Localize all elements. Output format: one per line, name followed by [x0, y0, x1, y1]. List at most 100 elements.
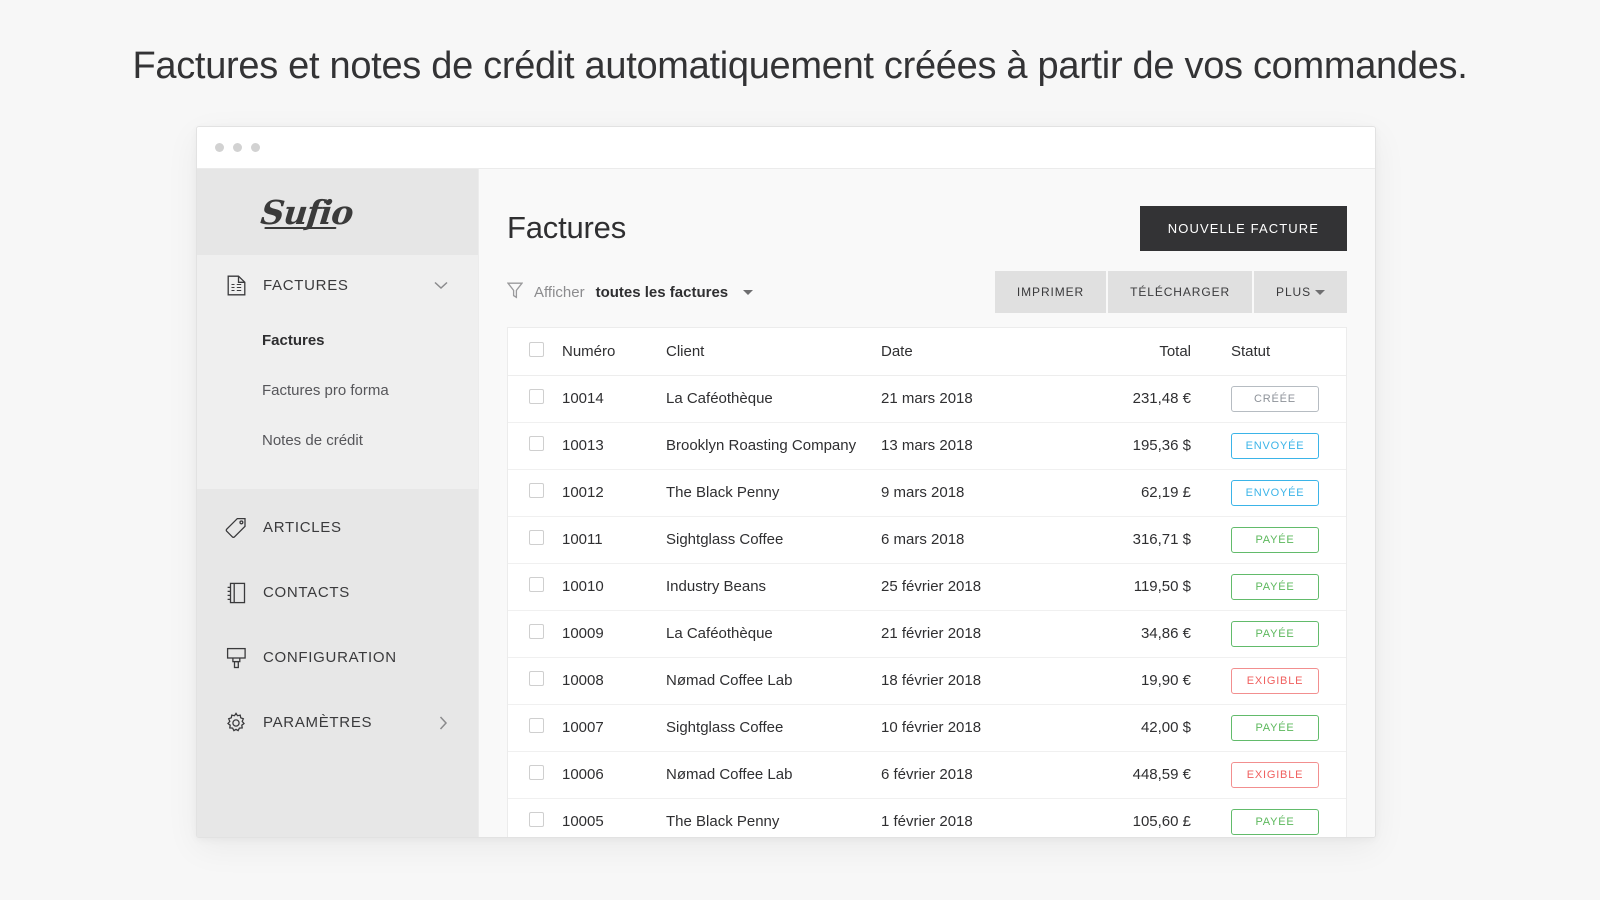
row-checkbox[interactable]	[529, 765, 544, 780]
sufio-logo[interactable]: Sufio	[259, 193, 355, 232]
cell-number: 10007	[562, 719, 604, 736]
status-badge: PAYÉE	[1231, 808, 1319, 835]
table-row[interactable]: 10008 Nømad Coffee Lab 18 février 2018 19,9…	[508, 657, 1346, 704]
sidebar-item-articles[interactable]: ARTICLES	[197, 495, 478, 560]
table-row[interactable]: 10011 Sightglass Coffee 6 mars 2018 316,71 …	[508, 516, 1346, 563]
filter-row: Afficher toutes les factures IMPRIMER TÉ…	[479, 257, 1375, 327]
cell-client: La Caféothèque	[666, 625, 773, 642]
logo-area: Sufio	[197, 169, 478, 255]
download-button-label: TÉLÉCHARGER	[1130, 285, 1231, 299]
cell-status: PAYÉE	[1231, 563, 1346, 610]
cell-date: 10 février 2018	[881, 719, 982, 736]
row-select-cell	[508, 469, 562, 516]
chevron-right-icon[interactable]	[439, 715, 448, 730]
table-row[interactable]: 10013 Brooklyn Roasting Company 13 mars 20…	[508, 422, 1346, 469]
column-header-date[interactable]: Date	[881, 328, 1081, 376]
sidebar-subitem-factures-pro-forma[interactable]: Factures pro forma	[197, 365, 478, 415]
sidebar-item-contacts-label: CONTACTS	[263, 584, 350, 601]
sidebar-item-configuration[interactable]: CONFIGURATION	[197, 625, 478, 690]
cell-number: 10010	[562, 578, 604, 595]
column-header-total[interactable]: Total	[1081, 328, 1231, 376]
table-row[interactable]: 10006 Nømad Coffee Lab 6 février 2018 448,5…	[508, 751, 1346, 798]
filter-value: toutes les factures	[595, 283, 729, 301]
status-badge: EXIGIBLE	[1231, 667, 1319, 694]
table-row[interactable]: 10014 La Caféothèque 21 mars 2018 231,48 € C…	[508, 375, 1346, 422]
sidebar-subitem-factures[interactable]: Factures	[197, 315, 478, 365]
cell-status: EXIGIBLE	[1231, 657, 1346, 704]
tag-icon	[225, 517, 247, 539]
table-row[interactable]: 10005 The Black Penny 1 février 2018 105,60…	[508, 798, 1346, 837]
column-header-client[interactable]: Client	[666, 328, 881, 376]
select-all-checkbox[interactable]	[529, 341, 544, 357]
row-checkbox[interactable]	[529, 577, 544, 592]
sidebar-section-factures: FACTURES Factures Factures pro forma Not…	[197, 255, 478, 489]
paintbrush-icon	[225, 647, 247, 669]
select-all-cell	[508, 328, 562, 376]
row-checkbox[interactable]	[529, 718, 544, 733]
window-maximize-dot[interactable]	[251, 143, 260, 152]
sidebar-subitem-factures-label: Factures	[262, 331, 325, 349]
row-checkbox[interactable]	[529, 530, 544, 545]
sidebar-subitem-notes-de-credit[interactable]: Notes de crédit	[197, 415, 478, 465]
cell-date: 9 mars 2018	[881, 484, 965, 501]
table-row[interactable]: 10012 The Black Penny 9 mars 2018 62,19 £ EN…	[508, 469, 1346, 516]
address-book-icon	[225, 582, 247, 604]
page-title: Factures	[507, 210, 626, 245]
cell-total: 119,50 $	[1133, 578, 1191, 595]
column-header-number[interactable]: Numéro	[562, 328, 666, 376]
status-badge: ENVOYÉE	[1231, 479, 1319, 506]
table-row[interactable]: 10010 Industry Beans 25 février 2018 119,50…	[508, 563, 1346, 610]
cell-client: Sightglass Coffee	[666, 719, 784, 736]
print-button[interactable]: IMPRIMER	[994, 271, 1107, 313]
cell-total: 195,36 $	[1132, 437, 1191, 454]
row-checkbox[interactable]	[529, 671, 544, 686]
sidebar: Sufio FACTURES Factures Factures pro for…	[197, 169, 478, 837]
filter-prefix: Afficher	[534, 283, 585, 301]
row-select-cell	[508, 657, 562, 704]
invoices-table: Numéro Client Date Total Statut 10014 La …	[508, 328, 1346, 837]
cell-client: Sightglass Coffee	[666, 531, 784, 548]
download-button[interactable]: TÉLÉCHARGER	[1108, 271, 1253, 313]
browser-window: Sufio FACTURES Factures Factures pro for…	[196, 126, 1376, 838]
sidebar-item-factures-label: FACTURES	[263, 276, 349, 294]
table-row[interactable]: 10009 La Caféothèque 21 février 2018 34,86 …	[508, 610, 1346, 657]
cell-total: 62,19 £	[1140, 484, 1191, 501]
sidebar-subitem-factures-pro-forma-label: Factures pro forma	[262, 381, 389, 399]
status-badge: PAYÉE	[1231, 620, 1319, 647]
window-close-dot[interactable]	[215, 143, 224, 152]
cell-date: 25 février 2018	[881, 578, 982, 595]
cell-status: PAYÉE	[1231, 798, 1346, 837]
cell-client: Nømad Coffee Lab	[666, 672, 793, 689]
window-minimize-dot[interactable]	[233, 143, 242, 152]
row-select-cell	[508, 610, 562, 657]
cell-client: Brooklyn Roasting Company	[666, 437, 857, 454]
row-checkbox[interactable]	[529, 624, 544, 639]
cell-date: 13 mars 2018	[881, 437, 973, 454]
status-badge: PAYÉE	[1231, 526, 1319, 553]
table-row[interactable]: 10007 Sightglass Coffee 10 février 2018 42,…	[508, 704, 1346, 751]
row-select-cell	[508, 563, 562, 610]
cell-date: 6 mars 2018	[881, 531, 965, 548]
chevron-down-icon[interactable]	[434, 281, 448, 290]
gear-icon	[225, 711, 247, 734]
row-checkbox[interactable]	[529, 436, 544, 451]
sidebar-item-factures[interactable]: FACTURES	[197, 255, 478, 315]
row-select-cell	[508, 751, 562, 798]
cell-date: 21 mars 2018	[881, 390, 973, 407]
table-header-row: Numéro Client Date Total Statut	[508, 328, 1346, 376]
sidebar-item-contacts[interactable]: CONTACTS	[197, 560, 478, 625]
row-checkbox[interactable]	[529, 483, 544, 498]
sidebar-item-configuration-label: CONFIGURATION	[263, 649, 397, 666]
cell-date: 18 février 2018	[881, 672, 982, 689]
sidebar-item-parametres[interactable]: PARAMÈTRES	[197, 690, 478, 755]
sidebar-lower-nav: ARTICLES CONTACTS CONFIGURATION PARAMÈTR…	[197, 489, 478, 837]
more-button[interactable]: PLUS	[1254, 271, 1347, 313]
cell-client: Nømad Coffee Lab	[666, 766, 793, 783]
column-header-status[interactable]: Statut	[1231, 328, 1346, 376]
row-checkbox[interactable]	[529, 389, 544, 404]
new-invoice-button[interactable]: NOUVELLE FACTURE	[1139, 205, 1347, 251]
status-badge: PAYÉE	[1231, 714, 1319, 741]
row-checkbox[interactable]	[529, 812, 544, 827]
cell-number: 10013	[562, 437, 604, 454]
filter-dropdown[interactable]: Afficher toutes les factures	[506, 282, 995, 303]
